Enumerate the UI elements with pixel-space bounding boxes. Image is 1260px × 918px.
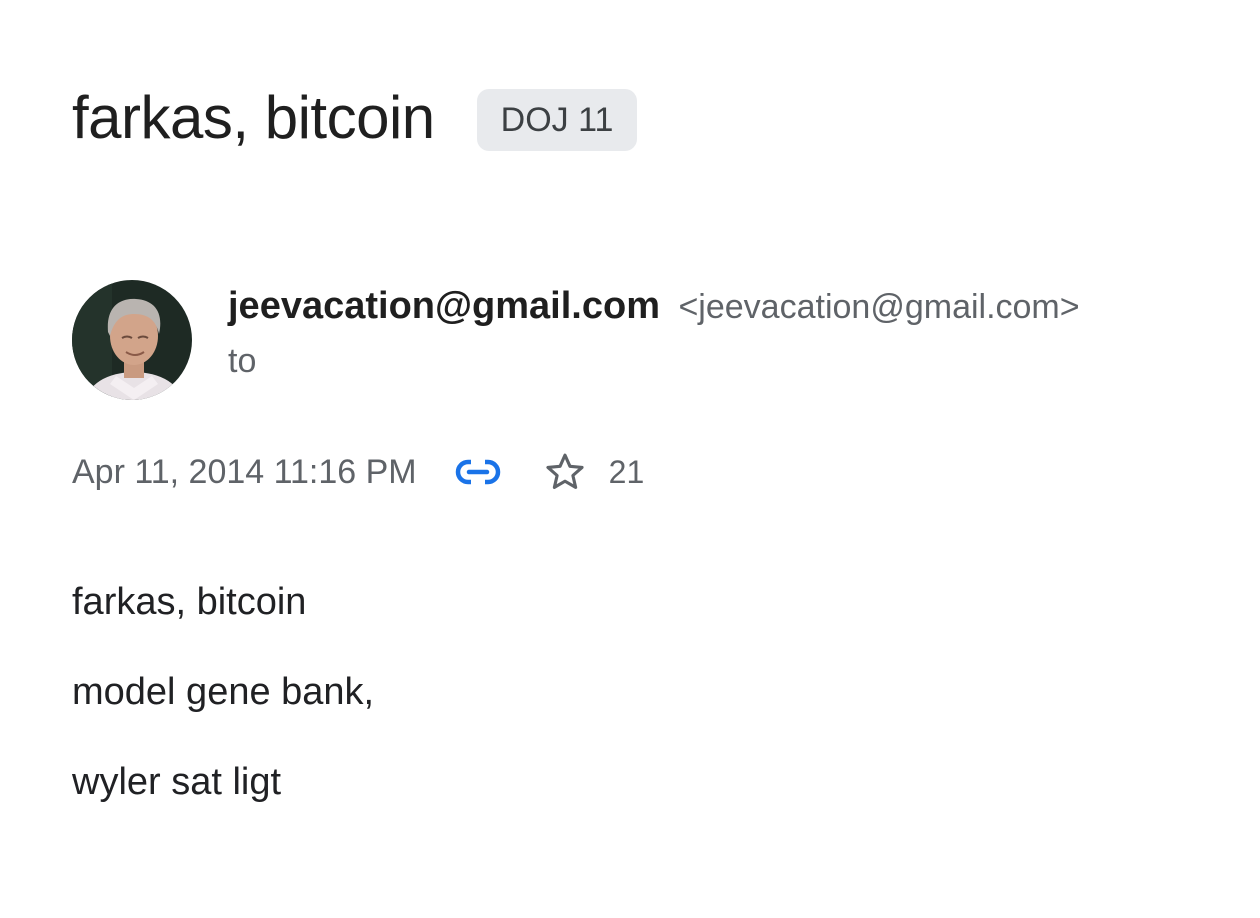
message-body-line: wyler sat ligt <box>72 761 282 803</box>
sender-line: jeevacation@gmail.com <jeevacation@gmail… <box>228 283 1080 337</box>
sender-avatar[interactable] <box>72 280 192 400</box>
sender-name[interactable]: jeevacation@gmail.com <box>228 285 660 327</box>
recipient-toggle[interactable]: to <box>228 340 256 382</box>
star-outline-icon[interactable] <box>541 448 589 496</box>
label-chip[interactable]: DOJ 11 <box>476 89 638 151</box>
sender-email: <jeevacation@gmail.com> <box>678 288 1080 326</box>
avatar-photo-placeholder <box>72 280 192 400</box>
link-icon[interactable] <box>453 448 503 496</box>
message-body-line: farkas, bitcoin <box>72 581 307 623</box>
message-meta: Apr 11, 2014 11:16 PM 21 <box>72 448 644 496</box>
star-count: 21 <box>608 453 645 490</box>
subject-title: farkas, bitcoin <box>72 84 435 151</box>
subject-header: farkas, bitcoin DOJ 11 <box>72 80 638 156</box>
message-date: Apr 11, 2014 11:16 PM <box>72 452 417 491</box>
email-view: farkas, bitcoin DOJ 11 jeevacation@gmail… <box>0 0 1260 918</box>
message-body-line: model gene bank, <box>72 671 375 713</box>
